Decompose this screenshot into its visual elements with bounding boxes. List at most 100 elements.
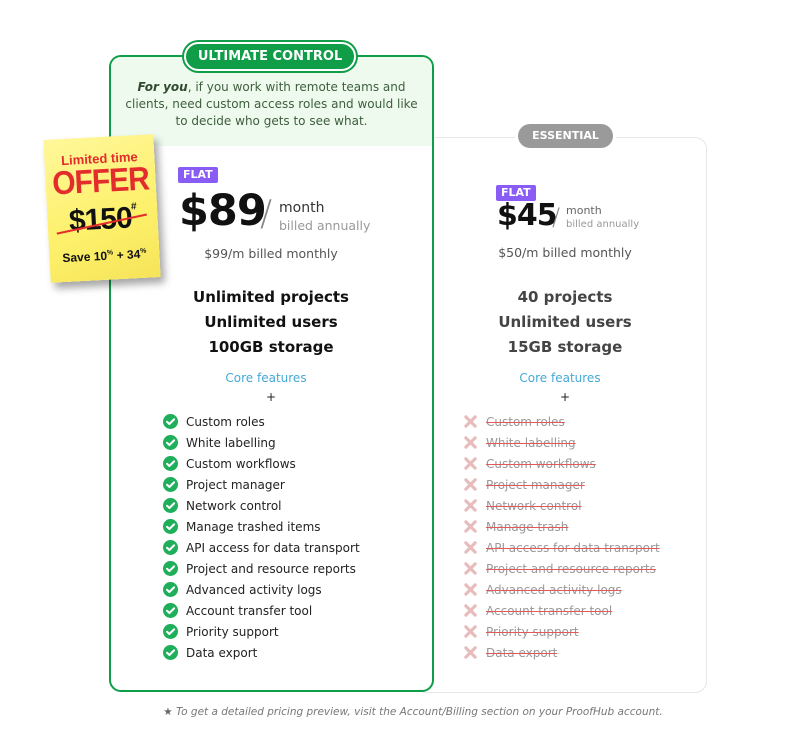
feature-item: Network control bbox=[162, 495, 360, 516]
check-circle-icon bbox=[162, 603, 178, 619]
feature-item: Custom roles bbox=[162, 411, 360, 432]
feature-item: Priority support bbox=[462, 621, 660, 642]
feature-label: Project manager bbox=[186, 477, 285, 492]
cross-icon bbox=[462, 477, 478, 493]
cross-icon bbox=[462, 582, 478, 598]
cross-icon bbox=[462, 624, 478, 640]
price-period-ultimate: month bbox=[279, 200, 325, 216]
price-period-essential: month bbox=[566, 204, 602, 217]
check-circle-icon bbox=[162, 519, 178, 535]
limited-offer-sticky-note: Limited time OFFER $150# Save 10% + 34% bbox=[43, 134, 161, 283]
feature-item: Manage trash bbox=[462, 516, 660, 537]
feature-label: Project manager bbox=[486, 477, 585, 492]
star-icon: ★ bbox=[163, 706, 173, 718]
feature-item: Data export bbox=[462, 642, 660, 663]
monthly-price-ultimate: $99/m billed monthly bbox=[204, 246, 338, 261]
check-circle-icon bbox=[162, 456, 178, 472]
plan-badge-essential: ESSENTIAL bbox=[518, 124, 613, 148]
feature-label: Account transfer tool bbox=[486, 603, 613, 618]
price-essential: $45 bbox=[497, 198, 558, 233]
core-features-link-essential[interactable]: Core features bbox=[460, 371, 660, 385]
plus-sign-essential: + bbox=[559, 390, 571, 404]
feature-label: Priority support bbox=[186, 624, 279, 639]
feature-item: Network control bbox=[462, 495, 660, 516]
check-circle-icon bbox=[162, 624, 178, 640]
offer-savings: Save 10% + 34% bbox=[49, 246, 160, 266]
cross-icon bbox=[462, 519, 478, 535]
monthly-price-essential: $50/m billed monthly bbox=[498, 245, 632, 260]
old-price-mark: # bbox=[130, 201, 136, 213]
plan-badge-ultimate: ULTIMATE CONTROL bbox=[184, 42, 356, 71]
feature-label: Account transfer tool bbox=[186, 603, 313, 618]
offer-title: OFFER bbox=[51, 160, 150, 203]
feature-list-essential: Custom roles White labelling Custom workfl… bbox=[462, 411, 660, 663]
highlight-projects: 40 projects bbox=[517, 288, 613, 306]
price-billing-ultimate: billed annually bbox=[279, 218, 371, 233]
feature-item: White labelling bbox=[162, 432, 360, 453]
feature-item: Custom workflows bbox=[462, 453, 660, 474]
highlight-storage: 15GB storage bbox=[507, 338, 623, 356]
core-features-link-ultimate[interactable]: Core features bbox=[166, 371, 366, 385]
plus-sign-ultimate: + bbox=[265, 390, 277, 404]
intro-emphasis: For you bbox=[137, 80, 188, 94]
feature-item: Custom workflows bbox=[162, 453, 360, 474]
save-pct: % bbox=[139, 247, 147, 256]
feature-item: Project and resource reports bbox=[162, 558, 360, 579]
feature-label: API access for data transport bbox=[186, 540, 360, 555]
check-circle-icon bbox=[162, 414, 178, 430]
feature-item: API access for data transport bbox=[462, 537, 660, 558]
feature-label: Project and resource reports bbox=[486, 561, 656, 576]
cross-icon bbox=[462, 435, 478, 451]
highlight-projects: Unlimited projects bbox=[193, 288, 349, 306]
feature-label: Custom roles bbox=[486, 414, 565, 429]
feature-label: Manage trashed items bbox=[186, 519, 321, 534]
flat-tag-ultimate: FLAT bbox=[178, 167, 218, 183]
check-circle-icon bbox=[162, 540, 178, 556]
feature-item: Manage trashed items bbox=[162, 516, 360, 537]
check-circle-icon bbox=[162, 435, 178, 451]
cross-icon bbox=[462, 561, 478, 577]
highlight-users: Unlimited users bbox=[498, 313, 632, 331]
feature-list-ultimate: Custom roles White labelling Custom workfl… bbox=[162, 411, 360, 663]
cross-icon bbox=[462, 456, 478, 472]
feature-label: Custom workflows bbox=[186, 456, 296, 471]
highlight-storage: 100GB storage bbox=[208, 338, 334, 356]
feature-item: Custom roles bbox=[462, 411, 660, 432]
cross-icon bbox=[462, 498, 478, 514]
feature-label: Data export bbox=[486, 645, 558, 660]
feature-item: Project manager bbox=[462, 474, 660, 495]
feature-label: Advanced activity logs bbox=[486, 582, 622, 597]
feature-label: Custom workflows bbox=[486, 456, 596, 471]
price-ultimate: $89 bbox=[179, 186, 267, 236]
feature-label: Network control bbox=[186, 498, 282, 513]
check-circle-icon bbox=[162, 645, 178, 661]
price-billing-essential: billed annually bbox=[566, 219, 640, 230]
price-slash-essential: / bbox=[552, 203, 561, 231]
check-circle-icon bbox=[162, 582, 178, 598]
feature-label: Manage trash bbox=[486, 519, 569, 534]
check-circle-icon bbox=[162, 498, 178, 514]
feature-item: Project and resource reports bbox=[462, 558, 660, 579]
footnote-text: To get a detailed pricing preview, visit… bbox=[176, 706, 663, 718]
pricing-footnote: ★ To get a detailed pricing preview, vis… bbox=[0, 706, 788, 718]
plan-highlights-ultimate: Unlimited projects Unlimited users 100GB… bbox=[166, 285, 376, 360]
feature-label: Data export bbox=[186, 645, 258, 660]
feature-item: Account transfer tool bbox=[462, 600, 660, 621]
cross-icon bbox=[462, 414, 478, 430]
feature-item: Account transfer tool bbox=[162, 600, 360, 621]
save-prefix: Save 10 bbox=[62, 248, 108, 266]
check-circle-icon bbox=[162, 477, 178, 493]
cross-icon bbox=[462, 645, 478, 661]
feature-label: White labelling bbox=[486, 435, 576, 450]
plan-highlights-essential: 40 projects Unlimited users 15GB storage bbox=[460, 285, 670, 360]
feature-label: Custom roles bbox=[186, 414, 265, 429]
price-slash-ultimate: / bbox=[260, 193, 273, 234]
feature-item: White labelling bbox=[462, 432, 660, 453]
feature-item: API access for data transport bbox=[162, 537, 360, 558]
save-mid: + 34 bbox=[112, 247, 141, 263]
feature-label: Advanced activity logs bbox=[186, 582, 322, 597]
offer-old-price: $150# bbox=[47, 200, 159, 240]
feature-item: Project manager bbox=[162, 474, 360, 495]
highlight-users: Unlimited users bbox=[204, 313, 338, 331]
feature-item: Advanced activity logs bbox=[162, 579, 360, 600]
